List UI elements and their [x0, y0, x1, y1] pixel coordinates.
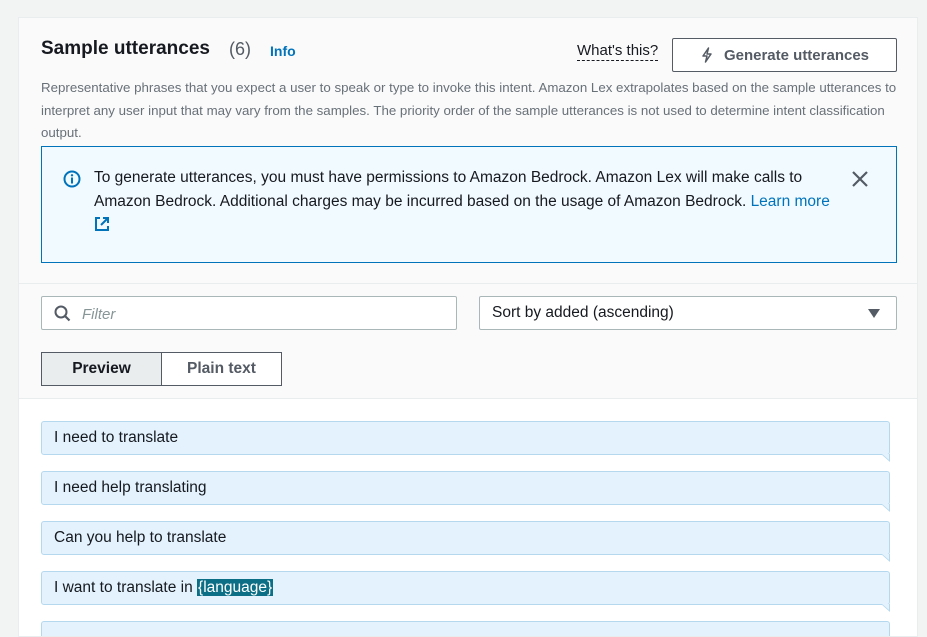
- utterance-item[interactable]: [41, 621, 890, 636]
- tab-preview[interactable]: Preview: [41, 352, 162, 386]
- generate-utterances-label: Generate utterances: [723, 46, 870, 64]
- sort-selected-value: Sort by added (ascending): [492, 304, 674, 321]
- bubble-tail-fill: [882, 604, 889, 610]
- bubble-tail-fill: [882, 504, 889, 510]
- utterance-count: (6): [229, 39, 251, 59]
- slot-highlight[interactable]: {language}: [197, 579, 274, 596]
- search-icon: [54, 305, 71, 322]
- filter-input[interactable]: [80, 300, 444, 328]
- lightning-icon: [702, 47, 712, 63]
- filter-field[interactable]: [41, 296, 457, 330]
- sort-dropdown[interactable]: Sort by added (ascending): [479, 296, 897, 330]
- alert-message: To generate utterances, you must have pe…: [94, 166, 834, 238]
- caret-down-icon: [868, 309, 880, 318]
- bedrock-permission-alert: To generate utterances, you must have pe…: [41, 146, 897, 263]
- utterance-text: I need help translating: [54, 479, 207, 496]
- utterance-text: I need to translate: [54, 429, 179, 446]
- utterance-text: Can you help to translate: [54, 529, 227, 546]
- close-icon[interactable]: [850, 169, 870, 189]
- sample-utterances-panel: Sample utterances (6) Info What's this? …: [18, 17, 918, 637]
- bubble-tail-fill: [882, 554, 889, 560]
- whats-this-link[interactable]: What's this?: [577, 42, 659, 61]
- info-circle-icon: [63, 170, 81, 188]
- alert-message-text: To generate utterances, you must have pe…: [94, 169, 803, 210]
- section-title: Sample utterances: [41, 38, 210, 59]
- tab-plain-text[interactable]: Plain text: [161, 352, 282, 386]
- utterance-item[interactable]: I want to translate in {language}: [41, 571, 890, 612]
- utterance-item[interactable]: I need to translate: [41, 421, 890, 462]
- utterance-item[interactable]: Can you help to translate: [41, 521, 890, 562]
- utterance-item[interactable]: I need help translating: [41, 471, 890, 512]
- utterance-text: I want to translate in: [54, 579, 198, 596]
- generate-utterances-button[interactable]: Generate utterances: [672, 38, 897, 72]
- bubble-tail-fill: [882, 454, 889, 460]
- external-link-icon: [95, 217, 109, 231]
- info-link[interactable]: Info: [270, 43, 296, 59]
- section-description: Representative phrases that you expect a…: [41, 80, 897, 140]
